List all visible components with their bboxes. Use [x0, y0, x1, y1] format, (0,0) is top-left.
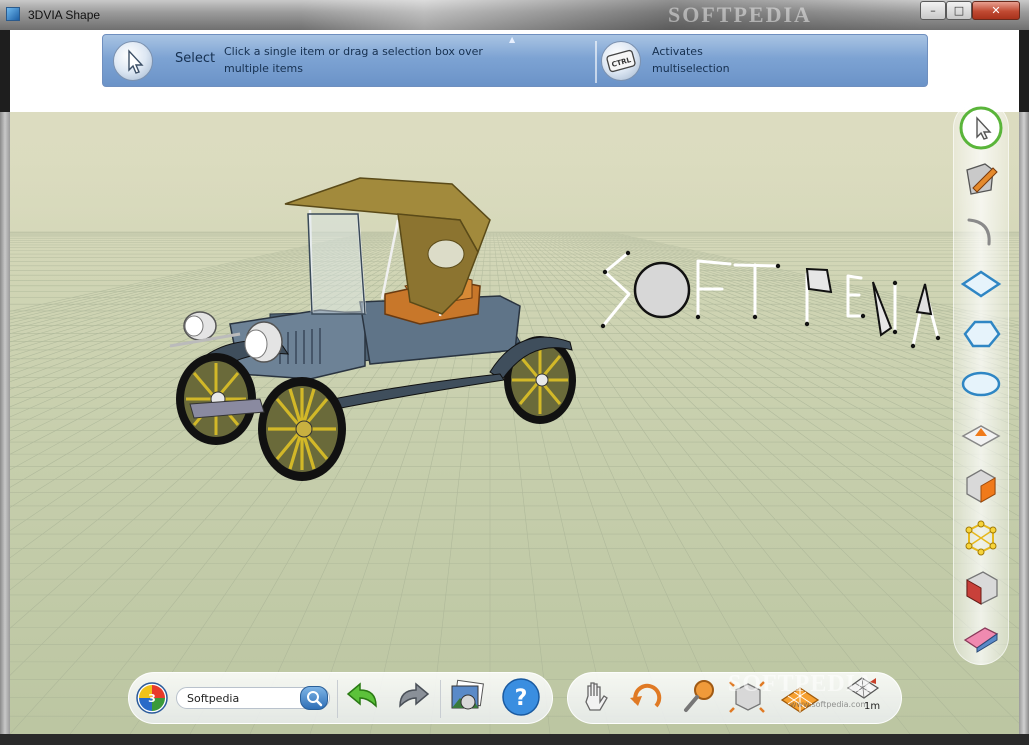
modifier-description: Activates multiselection — [652, 45, 730, 75]
maximize-button[interactable]: □ — [946, 1, 972, 20]
window-frame-right — [1019, 112, 1029, 745]
select-tool-icon[interactable] — [959, 106, 1003, 150]
rectangle-tool-icon[interactable] — [959, 262, 1003, 306]
select-arrow-icon — [113, 41, 153, 81]
collapse-hint-icon[interactable]: ▲ — [509, 35, 515, 44]
draw-tool-icon[interactable] — [959, 156, 1003, 200]
paint-tool-icon[interactable] — [959, 566, 1003, 610]
screenshot-icon[interactable] — [446, 676, 488, 718]
move-tool-icon[interactable] — [959, 464, 1003, 508]
scene-text-object[interactable] — [595, 242, 955, 362]
hint-divider — [595, 41, 597, 83]
3d-viewport[interactable] — [10, 112, 1019, 734]
window-frame-bottom — [0, 734, 1029, 745]
search-input[interactable] — [187, 690, 297, 706]
app-window: 3DVIA Shape SOFTPEDIA – □ ✕ ▲ Select Cli… — [0, 0, 1029, 745]
undo-icon[interactable] — [342, 676, 384, 718]
toolbar-divider — [337, 680, 338, 718]
tool-name: Select — [175, 51, 216, 66]
watermark-bottom: SOFTPEDIA — [728, 671, 875, 697]
close-icon: ✕ — [991, 4, 1001, 17]
help-icon[interactable]: ? — [500, 676, 542, 718]
svg-text:?: ? — [515, 686, 528, 711]
svg-text:3: 3 — [148, 692, 156, 705]
eraser-tool-icon[interactable] — [959, 616, 1003, 660]
app-icon — [6, 7, 20, 21]
tool-hint-bar: ▲ Select Click a single item or drag a s… — [102, 34, 928, 87]
window-title: 3DVIA Shape — [28, 8, 101, 22]
watermark-bottom-url: www.softpedia.com — [790, 700, 869, 709]
ellipse-tool-icon[interactable] — [959, 362, 1003, 406]
title-bar[interactable]: 3DVIA Shape SOFTPEDIA – □ ✕ — [0, 0, 1029, 30]
minimize-icon: – — [930, 4, 936, 17]
watermark-text: SOFTPEDIA — [668, 2, 812, 27]
ctrl-key-icon: CTRL — [601, 41, 641, 81]
front-left-wheel — [176, 353, 256, 445]
arc-tool-icon[interactable] — [959, 208, 1003, 252]
polygon-tool-icon[interactable] — [959, 312, 1003, 356]
vintage-car-model[interactable] — [160, 174, 590, 484]
rotate-tool-icon[interactable] — [959, 516, 1003, 560]
redo-icon[interactable] — [392, 676, 434, 718]
orbit-icon[interactable] — [626, 676, 668, 718]
close-button[interactable]: ✕ — [972, 1, 1020, 20]
search-icon — [307, 691, 323, 707]
window-frame-left — [0, 112, 10, 745]
push-pull-tool-icon[interactable] — [959, 414, 1003, 458]
search-button[interactable] — [300, 686, 328, 710]
maximize-icon: □ — [953, 4, 965, 17]
toolbar-divider — [440, 680, 441, 718]
minimize-button[interactable]: – — [920, 1, 946, 20]
3dvia-logo-icon[interactable]: 3 — [135, 681, 169, 715]
zoom-icon[interactable] — [678, 676, 720, 718]
title-bar-texture — [300, 0, 920, 30]
pan-hand-icon[interactable] — [576, 676, 618, 718]
front-right-wheel — [258, 377, 346, 481]
tool-description: Click a single item or drag a selection … — [224, 45, 483, 75]
